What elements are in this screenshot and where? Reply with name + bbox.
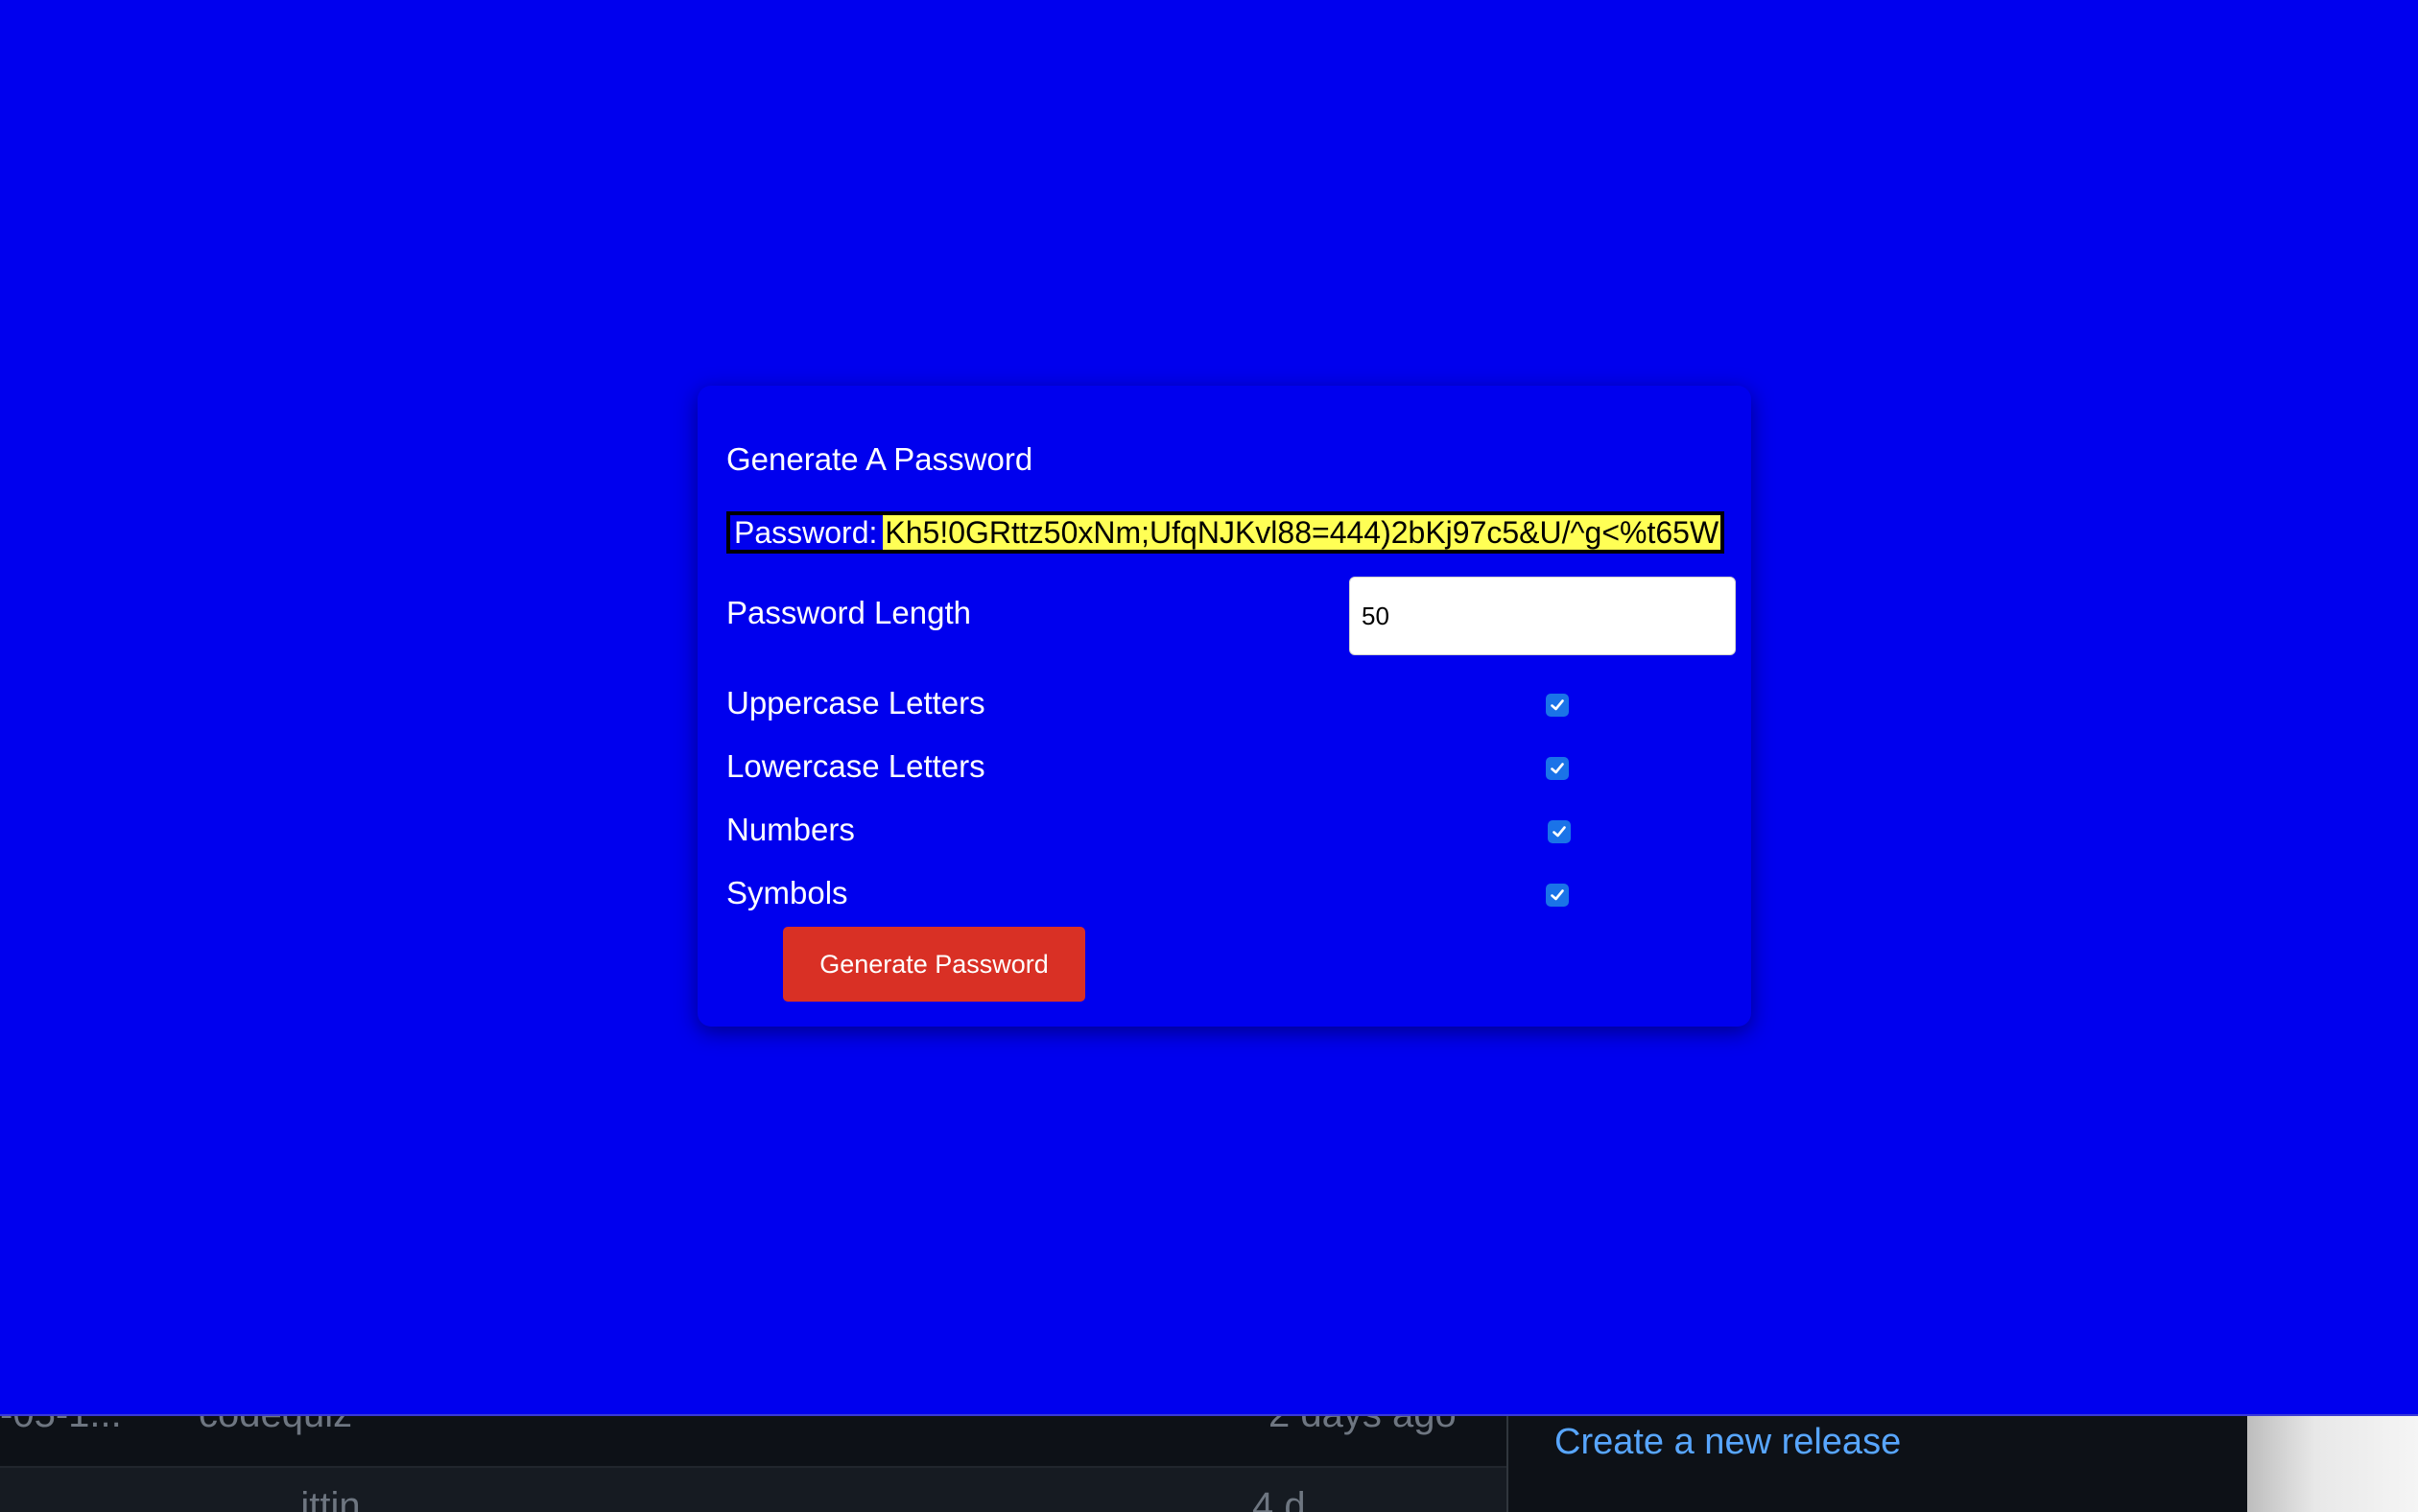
checkmark-icon (1553, 826, 1566, 838)
background-time-text-2: 4 d (1252, 1485, 1306, 1512)
background-commit-text: ...ittin (269, 1485, 361, 1512)
password-generator-window: Generate A Password Password: Kh5!0GRttz… (0, 0, 2418, 1416)
password-length-label: Password Length (726, 595, 971, 630)
numbers-checkbox[interactable] (1548, 820, 1571, 843)
background-window-edge (2247, 1410, 2418, 1512)
uppercase-label: Uppercase Letters (726, 685, 985, 721)
checkmark-icon (1551, 889, 1564, 901)
lowercase-checkbox[interactable] (1546, 757, 1569, 780)
checkmark-icon (1551, 699, 1564, 711)
password-label: Password: (734, 514, 878, 550)
password-value[interactable]: Kh5!0GRttz50xNm;UfqNJKvl88=444)2bKj97c5&… (883, 515, 1721, 550)
password-length-input[interactable] (1349, 577, 1736, 655)
lowercase-label: Lowercase Letters (726, 748, 985, 784)
symbols-label: Symbols (726, 875, 848, 910)
uppercase-checkbox[interactable] (1546, 694, 1569, 717)
password-display: Password: Kh5!0GRttz50xNm;UfqNJKvl88=444… (726, 511, 1725, 554)
symbols-checkbox[interactable] (1546, 884, 1569, 907)
numbers-label: Numbers (726, 812, 855, 847)
card-title: Generate A Password (726, 441, 1033, 477)
checkmark-icon (1551, 763, 1564, 774)
create-release-link[interactable]: Create a new release (1554, 1422, 1901, 1463)
generator-card: Generate A Password Password: Kh5!0GRttz… (698, 386, 1751, 1027)
generate-password-button[interactable]: Generate Password (783, 927, 1085, 1002)
